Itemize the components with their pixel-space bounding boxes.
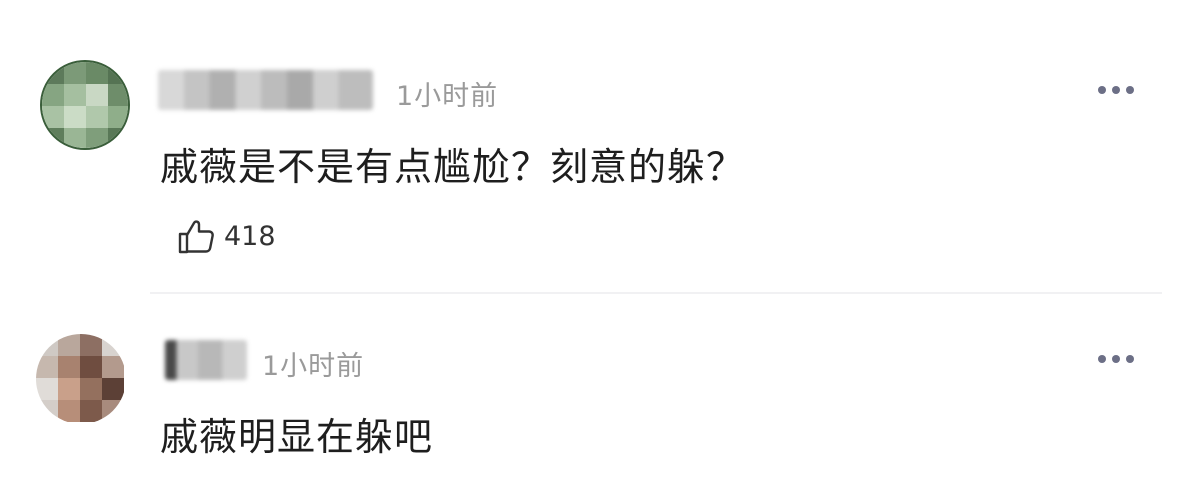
more-dots-icon[interactable] (1098, 86, 1134, 94)
comment-text: 戚薇明显在躲吧 (160, 415, 434, 459)
comment-item: 1小时前 戚薇明显在躲吧 (0, 296, 1192, 486)
comment-time: 1小时前 (396, 81, 499, 112)
avatar[interactable] (36, 334, 126, 424)
avatar[interactable] (40, 60, 130, 150)
like-count: 418 (224, 220, 276, 252)
more-dots-icon[interactable] (1098, 355, 1134, 363)
thumbs-up-icon (178, 220, 214, 254)
divider (150, 292, 1162, 294)
comment-time: 1小时前 (262, 351, 365, 382)
comment-item: 1小时前 戚薇是不是有点尴尬？刻意的躲？ 418 (0, 0, 1192, 296)
username-redacted[interactable] (165, 340, 247, 380)
like-button[interactable]: 418 (174, 214, 276, 258)
comment-text: 戚薇是不是有点尴尬？刻意的躲？ (160, 145, 746, 189)
username-redacted[interactable] (158, 70, 373, 110)
